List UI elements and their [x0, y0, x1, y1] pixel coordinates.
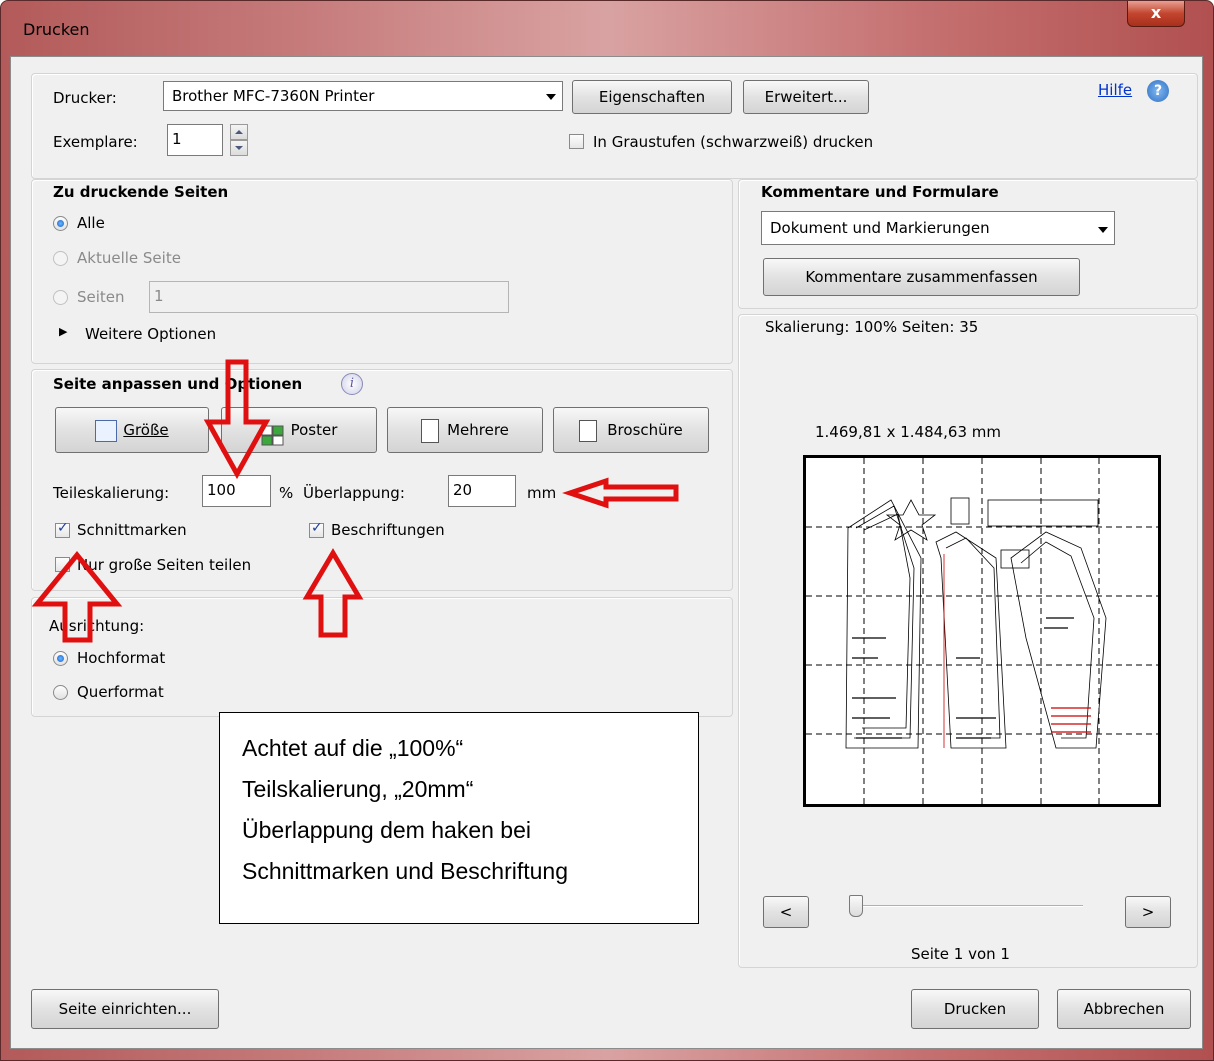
- note-line-2: Teilskalierung, „20mm“: [242, 776, 474, 802]
- arrow-up-icon: [302, 548, 364, 638]
- note-line-4: Schnittmarken und Beschriftung: [242, 858, 569, 884]
- note-line-1: Achtet auf die „100%“: [242, 735, 464, 761]
- arrow-up-icon: [31, 551, 123, 643]
- annotation-note: Achtet auf die „100%“ Teilskalierung, „2…: [219, 712, 699, 924]
- note-line-3: Überlappung dem haken bei: [242, 817, 531, 843]
- arrow-left-icon: [562, 477, 679, 509]
- arrow-down-icon: [203, 359, 271, 480]
